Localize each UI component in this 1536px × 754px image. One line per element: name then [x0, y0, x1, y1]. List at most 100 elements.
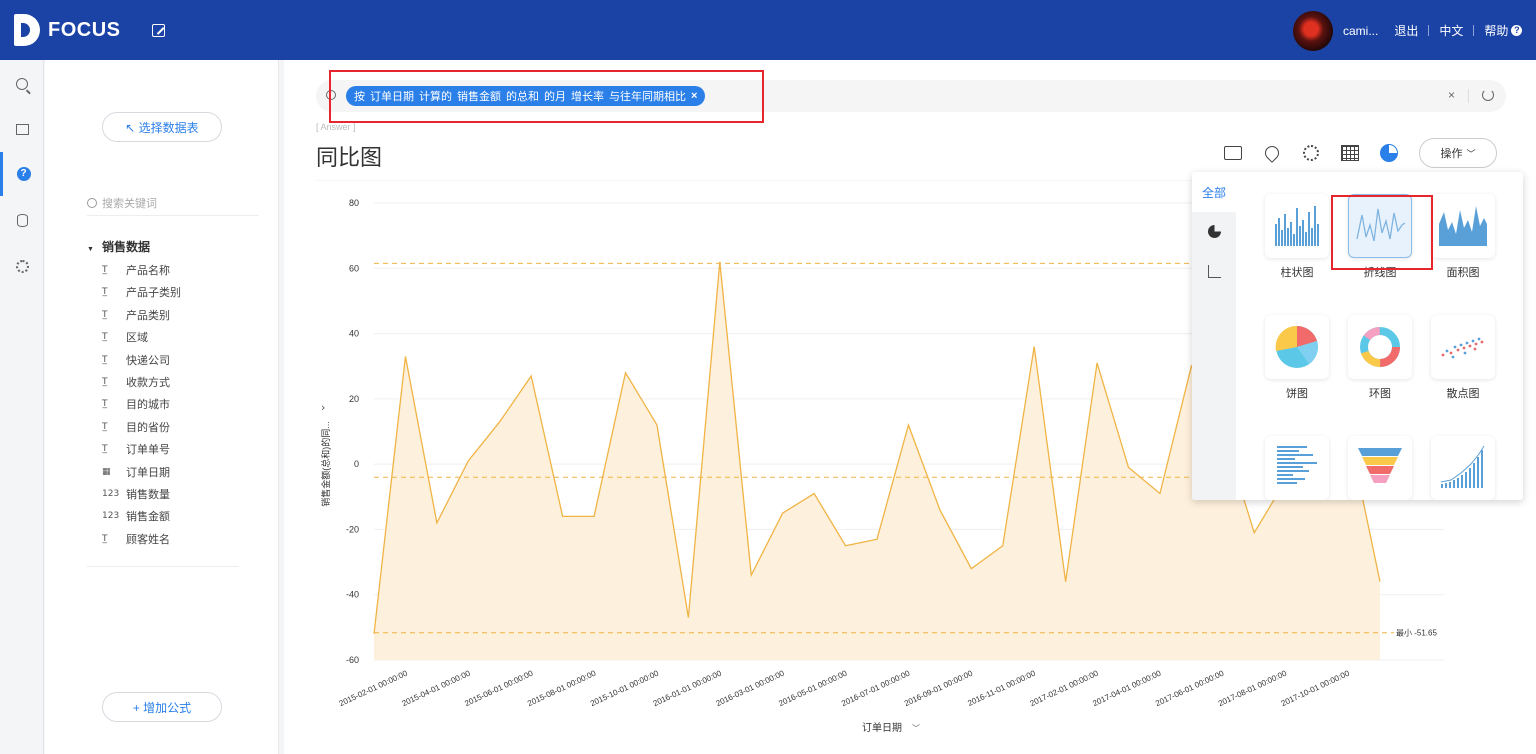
x-tick-label: 2016-09-01 00:00:00: [903, 668, 975, 708]
settings-icon[interactable]: [1300, 142, 1322, 164]
nav-question[interactable]: ?: [0, 152, 44, 196]
nav-board[interactable]: [0, 107, 44, 151]
nav-search[interactable]: [0, 62, 44, 106]
caret-down-icon: ▼: [87, 246, 94, 253]
select-table-button[interactable]: ↖ 选择数据表: [102, 112, 222, 142]
y-tick-label: 60: [349, 263, 359, 273]
logo-mark-icon: [14, 14, 40, 46]
focus-logo[interactable]: FOCUS: [14, 14, 121, 46]
field-label: 销售金额: [126, 511, 170, 524]
field-item[interactable]: T̲ 区域: [102, 328, 148, 346]
x-tick-label: 2015-04-01 00:00:00: [401, 668, 473, 708]
help-link[interactable]: 帮助: [1484, 22, 1508, 39]
area-chart-icon: [1431, 194, 1495, 258]
field-label: 目的城市: [126, 399, 170, 412]
chart-category-tabs: 全部: [1192, 172, 1236, 500]
add-formula-button[interactable]: + 增加公式: [102, 692, 222, 722]
field-label: 订单单号: [126, 444, 170, 457]
text-field-icon: T̲: [102, 354, 108, 365]
chart-option-scatter[interactable]: 散点图: [1431, 315, 1495, 401]
field-item[interactable]: 123 销售数量: [102, 485, 170, 503]
nav-data[interactable]: [0, 198, 44, 242]
field-label: 销售数量: [126, 489, 170, 501]
field-item[interactable]: T̲ 收款方式: [102, 373, 170, 391]
field-item[interactable]: T̲ 顾客姓名: [102, 530, 170, 548]
min-label: 最小 -51.65: [1396, 629, 1437, 638]
divider: [1428, 25, 1430, 36]
x-tick-label: 2017-06-01 00:00:00: [1154, 668, 1226, 708]
user-name[interactable]: cami...: [1343, 24, 1378, 38]
text-field-icon: T̲: [102, 332, 108, 343]
refresh-icon[interactable]: [1482, 89, 1494, 101]
scatter-chart-icon: [1431, 315, 1495, 379]
avatar[interactable]: [1293, 11, 1333, 51]
bar-category-icon[interactable]: [1208, 265, 1221, 278]
gear-icon: [15, 259, 29, 273]
y-tick-label: -40: [346, 590, 359, 600]
y-tick-label: 80: [349, 198, 359, 208]
field-label: 订单日期: [126, 466, 170, 479]
field-item[interactable]: ▦ 订单日期: [102, 463, 170, 481]
dataset-name: 销售数据: [101, 240, 150, 254]
chart-option-pie[interactable]: 饼图: [1265, 315, 1329, 401]
date-field-icon: ▦: [102, 466, 111, 477]
tab-all[interactable]: 全部: [1192, 172, 1236, 212]
y-tick-label: 40: [349, 329, 359, 339]
chart-option-label: 散点图: [1446, 388, 1480, 400]
highlight-box: [1331, 195, 1433, 270]
field-label: 区域: [126, 332, 148, 345]
field-item[interactable]: 123 销售金额: [102, 507, 170, 525]
keyword-search[interactable]: 搜索关键词: [87, 190, 259, 216]
chart-option-growth[interactable]: [1431, 436, 1495, 500]
chart-option-label: 柱状图: [1280, 267, 1314, 279]
help-icon[interactable]: ?: [1511, 25, 1523, 36]
logout-link[interactable]: 退出: [1394, 22, 1418, 39]
chart-option-horizontal-bar[interactable]: [1265, 436, 1329, 500]
nav-settings[interactable]: [0, 244, 44, 288]
field-item[interactable]: T̲ 产品子类别: [102, 283, 181, 301]
field-label: 产品子类别: [126, 287, 181, 300]
chevron-down-icon: ﹀: [1466, 148, 1476, 159]
search-icon: [87, 197, 97, 208]
text-field-icon: T̲: [102, 287, 108, 298]
field-item[interactable]: T̲ 目的城市: [102, 395, 170, 413]
chart-option-label: 环图: [1369, 388, 1391, 400]
chart-option-area[interactable]: 面积图: [1431, 194, 1495, 280]
table-icon[interactable]: [1339, 142, 1361, 164]
number-field-icon: 123: [102, 489, 120, 499]
x-tick-label: 2016-05-01 00:00:00: [777, 668, 849, 708]
pie-category-icon[interactable]: [1208, 225, 1221, 238]
field-item[interactable]: T̲ 订单单号: [102, 440, 170, 458]
chart-option-donut[interactable]: 环图: [1348, 315, 1412, 401]
y-tick-label: 0: [354, 459, 359, 469]
question-icon: ?: [16, 167, 31, 181]
x-tick-label: 2015-10-01 00:00:00: [589, 668, 661, 708]
field-item[interactable]: T̲ 产品名称: [102, 261, 170, 279]
chart-option-bar[interactable]: 柱状图: [1265, 194, 1329, 280]
field-label: 产品类别: [126, 309, 170, 322]
divider: [87, 566, 239, 567]
chart-option-funnel[interactable]: [1348, 436, 1412, 500]
x-tick-label: 2016-01-01 00:00:00: [652, 668, 724, 708]
field-item[interactable]: T̲ 产品类别: [102, 306, 170, 324]
field-label: 收款方式: [126, 377, 170, 389]
text-field-icon: T̲: [102, 265, 108, 275]
text-field-icon: T̲: [102, 309, 108, 320]
dataset-node[interactable]: ▼ 销售数据: [87, 238, 150, 255]
clear-query-icon[interactable]: ×: [1448, 88, 1455, 102]
pin-icon[interactable]: [1261, 142, 1283, 164]
search-placeholder: 搜索关键词: [102, 197, 157, 210]
field-item[interactable]: T̲ 目的省份: [102, 418, 170, 436]
comment-icon[interactable]: [1222, 142, 1244, 164]
field-label: 产品名称: [126, 265, 170, 277]
edit-icon[interactable]: [152, 24, 165, 37]
answer-toolbar: 操作 ﹀: [1222, 138, 1497, 168]
x-tick-label: 2015-08-01 00:00:00: [526, 668, 598, 708]
language-switch[interactable]: 中文: [1439, 22, 1463, 39]
operations-button[interactable]: 操作 ﹀: [1419, 138, 1497, 168]
field-item[interactable]: T̲ 快递公司: [102, 351, 170, 369]
user-menu: cami... 退出 中文 帮助 ?: [1343, 22, 1523, 39]
x-tick-label: 2016-07-01 00:00:00: [840, 668, 912, 708]
chart-type-icon[interactable]: [1378, 142, 1400, 164]
text-field-icon: T̲: [102, 533, 108, 544]
